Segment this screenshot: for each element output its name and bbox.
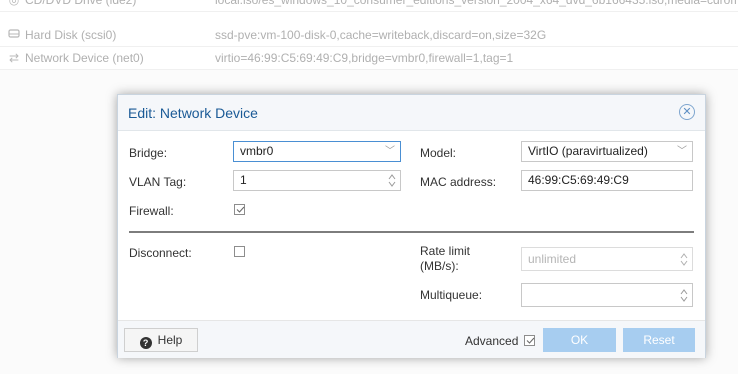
model-value: VirtIO (paravirtualized) (528, 144, 648, 158)
firewall-label: Firewall: (129, 204, 174, 218)
spinner-arrows-icon[interactable] (679, 287, 689, 304)
rate-limit-label: Rate limit (MB/s): (420, 244, 470, 274)
dialog-footer: ? Help Advanced OK Reset (118, 320, 705, 358)
disc-icon: ◎ (8, 0, 20, 7)
hardware-row-hard-disk[interactable]: Hard Disk (scsi0) ssd-pve:vm-100-disk-0,… (0, 24, 738, 47)
rate-limit-label-line2: (MB/s): (420, 259, 459, 273)
hardware-row-network-device[interactable]: ⇄ Network Device (net0) virtio=46:99:C5:… (0, 47, 738, 70)
rate-limit-label-line1: Rate limit (420, 244, 471, 258)
chevron-down-icon[interactable]: ﹀ (384, 142, 396, 161)
ok-button[interactable]: OK (543, 328, 616, 352)
network-arrows-icon: ⇄ (8, 51, 20, 65)
mac-address-value: 46:99:C5:69:49:C9 (528, 173, 629, 187)
multiqueue-input[interactable] (521, 283, 693, 307)
hard-disk-icon (6, 24, 22, 46)
vlan-tag-value: 1 (240, 173, 247, 187)
vlan-tag-label: VLAN Tag: (129, 175, 187, 189)
bridge-value: vmbr0 (240, 144, 274, 158)
hardware-row-value: local:iso/es_windows_10_consumer_edition… (215, 0, 738, 7)
help-label: Help (157, 333, 183, 347)
advanced-divider (129, 231, 694, 233)
model-label: Model: (420, 146, 457, 160)
bridge-label: Bridge: (129, 146, 168, 160)
hardware-row-name: Network Device (net0) (25, 51, 144, 65)
mac-address-label: MAC address: (420, 175, 497, 189)
spinner-arrows-icon[interactable] (679, 251, 689, 268)
disconnect-label: Disconnect: (129, 246, 192, 260)
advanced-label: Advanced (465, 334, 519, 348)
chevron-down-icon[interactable]: ﹀ (676, 142, 688, 161)
disconnect-checkbox[interactable] (234, 246, 245, 257)
dialog-title: Edit: Network Device (128, 105, 258, 121)
firewall-checkbox[interactable] (234, 204, 245, 215)
rate-limit-placeholder: unlimited (528, 252, 577, 266)
bridge-select[interactable]: vmbr0 ﹀ (233, 141, 401, 162)
hardware-row-name: Hard Disk (scsi0) (25, 28, 117, 42)
reset-button[interactable]: Reset (623, 328, 695, 352)
hardware-row-value: ssd-pve:vm-100-disk-0,cache=writeback,di… (215, 28, 547, 42)
close-circle-icon[interactable]: ✕ (679, 104, 695, 120)
edit-network-device-dialog: Edit: Network Device ✕ Bridge: vmbr0 ﹀ V… (117, 94, 706, 358)
help-button[interactable]: ? Help (124, 328, 198, 352)
rate-limit-input[interactable]: unlimited (521, 247, 693, 271)
spinner-arrows-icon[interactable] (387, 172, 397, 189)
checkmark-icon (526, 337, 535, 344)
advanced-checkbox[interactable] (524, 335, 535, 346)
vlan-tag-input[interactable]: 1 (233, 170, 401, 191)
model-select[interactable]: VirtIO (paravirtualized) ﹀ (521, 141, 693, 162)
hardware-row-value: virtio=46:99:C5:69:49:C9,bridge=vmbr0,fi… (215, 51, 514, 65)
hardware-row-name: CD/DVD Drive (ide2) (25, 0, 137, 7)
mac-address-input[interactable]: 46:99:C5:69:49:C9 (521, 170, 693, 191)
hardware-row-cdrom[interactable]: ◎ CD/DVD Drive (ide2) local:iso/es_windo… (0, 0, 738, 12)
multiqueue-label: Multiqueue: (420, 288, 483, 302)
dialog-header: Edit: Network Device ✕ (118, 95, 705, 131)
question-circle-icon: ? (139, 337, 152, 349)
checkmark-icon (236, 206, 245, 213)
